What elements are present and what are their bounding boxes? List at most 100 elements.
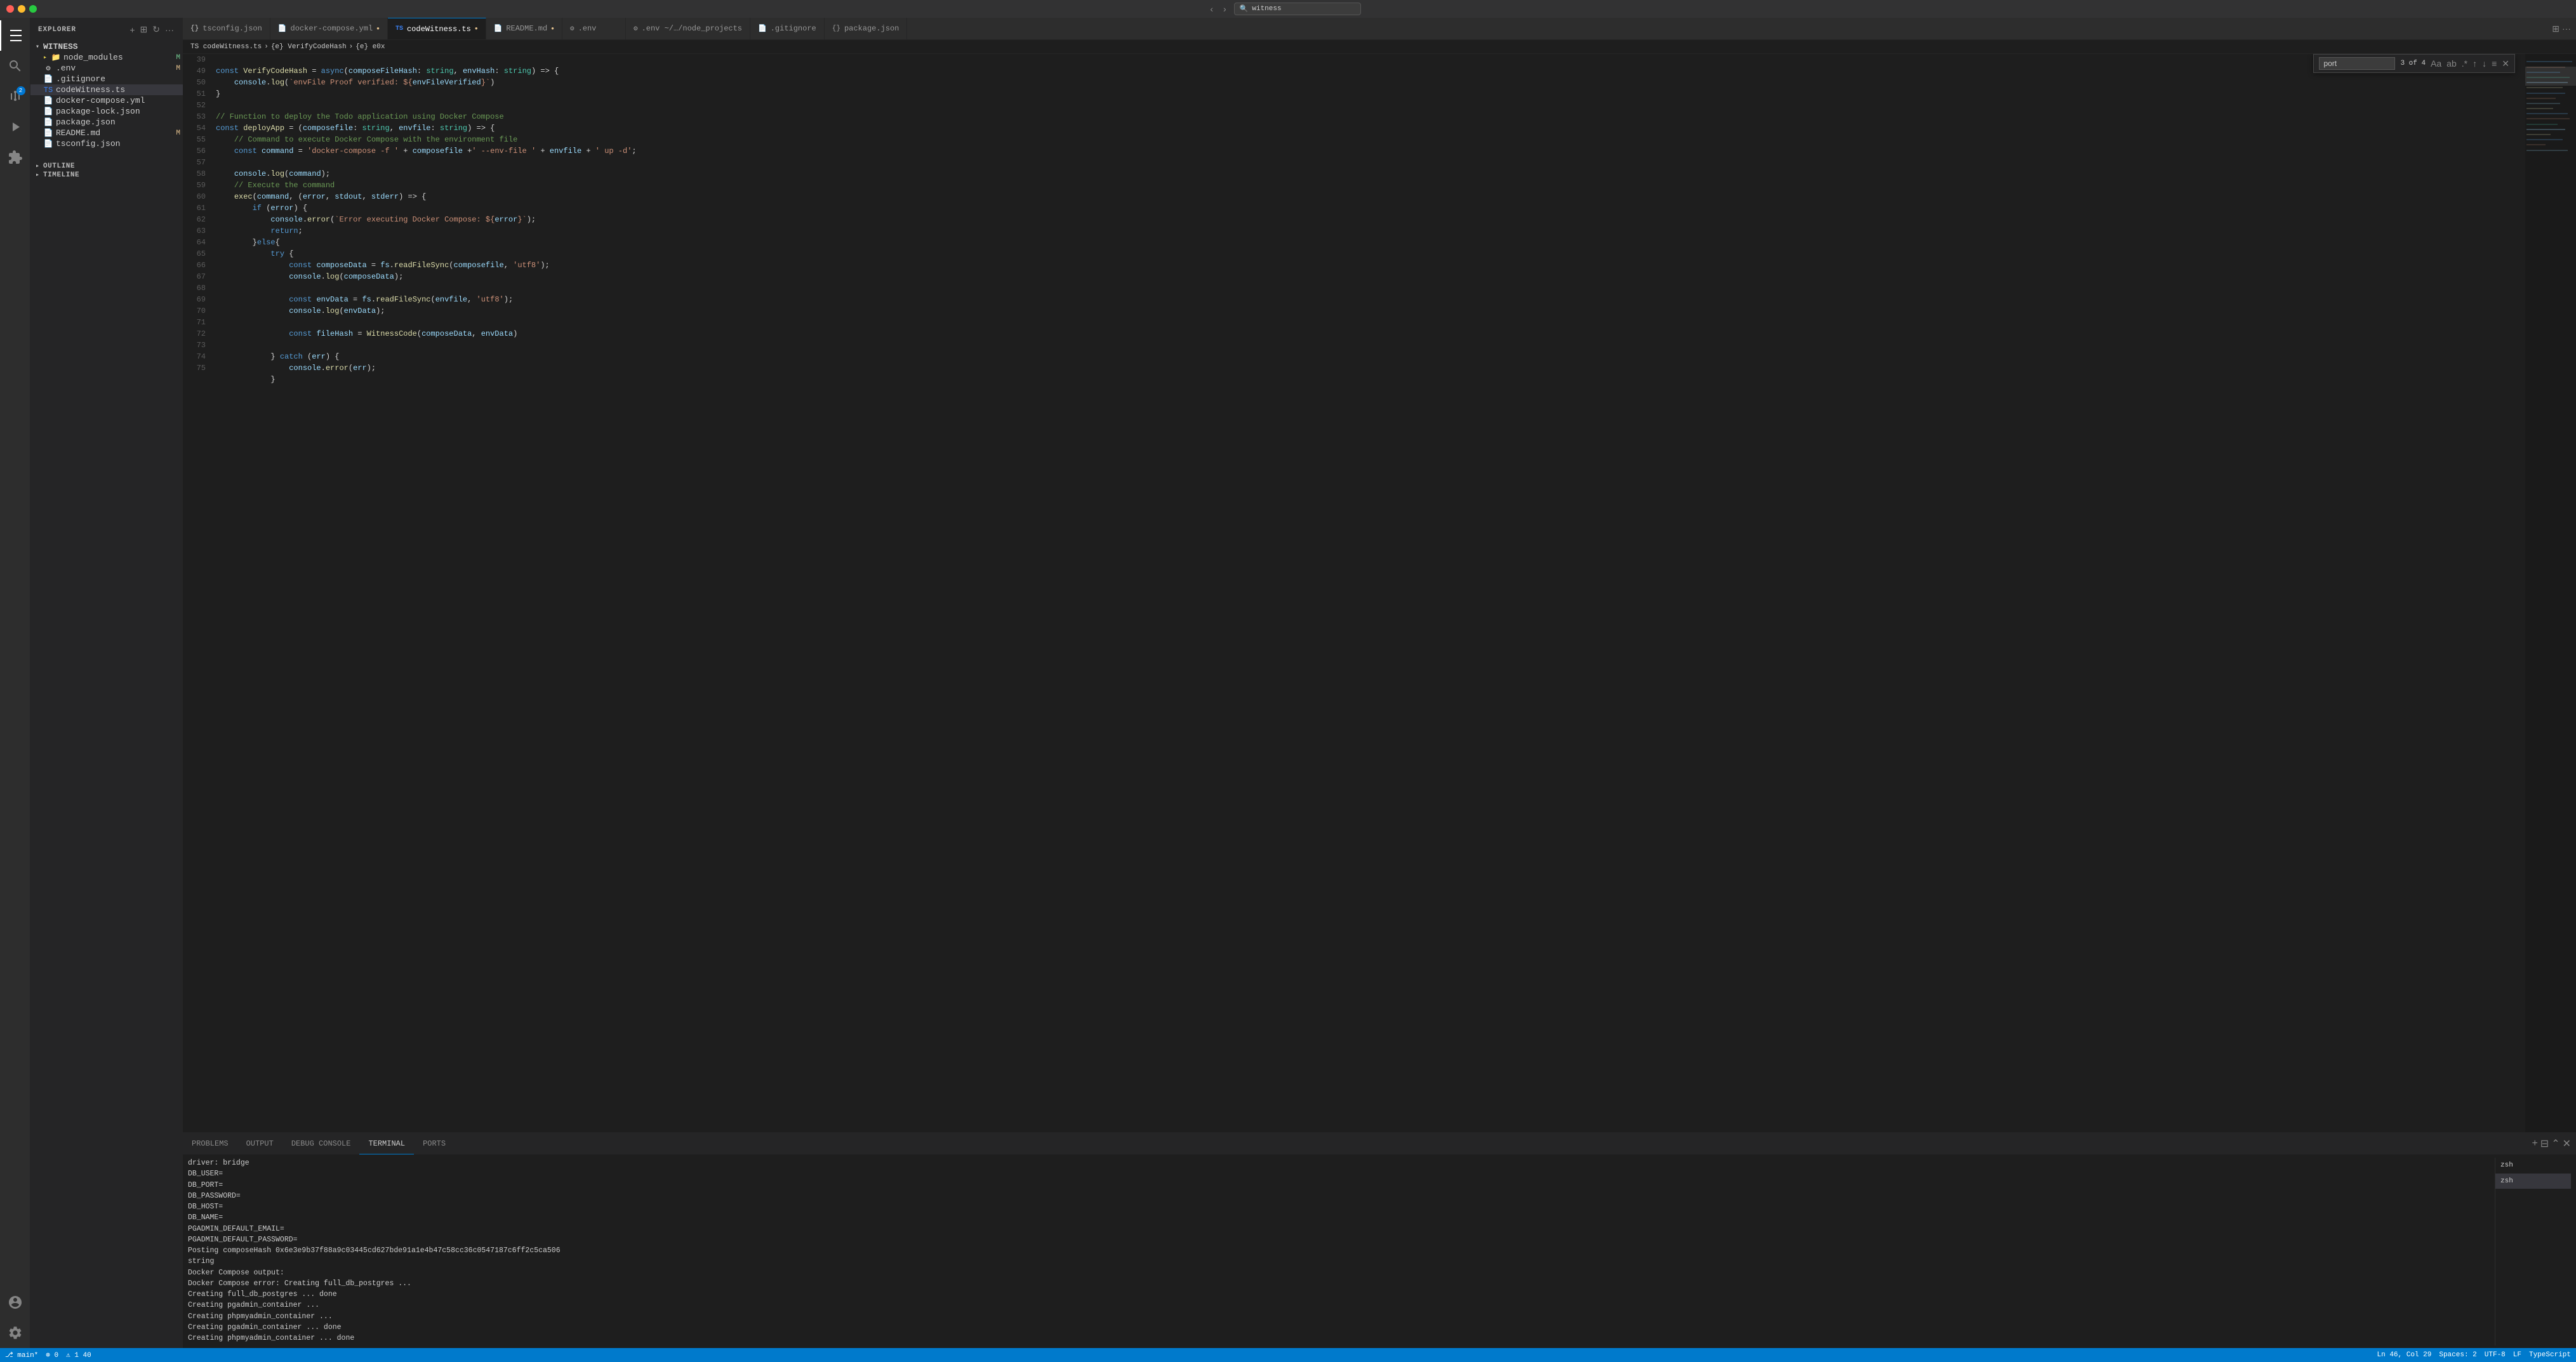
tab-readme[interactable]: 📄 README.md ● <box>486 18 562 39</box>
editor-area: {} tsconfig.json 📄 docker-compose.yml ● … <box>183 18 2576 1348</box>
tab-label-readme: README.md <box>506 24 547 33</box>
line-ending-status[interactable]: LF <box>2513 1351 2521 1359</box>
tree-section-timeline[interactable]: ▸ TIMELINE <box>30 171 183 180</box>
tree-item-docker-compose[interactable]: 📄 docker-compose.yml <box>30 95 183 106</box>
close-panel-button[interactable]: ✕ <box>2563 1137 2571 1150</box>
tab-label-gitignore: .gitignore <box>771 24 816 33</box>
editor-split: 3 of 4 Aa ab .* ↑ ↓ ≡ ✕ 39 49 50 51 52 <box>183 54 2576 1132</box>
cursor-position-status[interactable]: Ln 46, Col 29 <box>2377 1351 2432 1359</box>
new-file-button[interactable]: + <box>128 23 136 36</box>
find-bar: 3 of 4 Aa ab .* ↑ ↓ ≡ ✕ <box>2313 54 2515 73</box>
find-select-all[interactable]: ≡ <box>2492 58 2497 69</box>
git-branch-status[interactable]: ⎇ main* <box>5 1351 38 1359</box>
terminal-line: Docker Compose output: <box>188 1267 2495 1278</box>
nav-forward-button[interactable]: › <box>1221 3 1229 15</box>
tab-env1[interactable]: ⚙ .env <box>562 18 626 39</box>
code-editor[interactable]: 3 of 4 Aa ab .* ↑ ↓ ≡ ✕ 39 49 50 51 52 <box>183 54 2525 1132</box>
activity-run[interactable] <box>0 112 30 142</box>
tab-tsconfig[interactable]: {} tsconfig.json <box>183 18 270 39</box>
breadcrumb-file: TS codeWitness.ts <box>190 43 262 51</box>
terminal-line: driver: bridge <box>188 1158 2495 1168</box>
tab-label-env2: .env ~/…/node_projects <box>642 24 742 33</box>
activity-accounts[interactable] <box>0 1287 30 1318</box>
titlebar-center: ‹ › 🔍 witness <box>1207 3 1360 15</box>
tree-section-outline[interactable]: ▸ OUTLINE <box>30 162 183 171</box>
terminal-line: string <box>188 1256 2495 1267</box>
tab-env2[interactable]: ⚙ .env ~/…/node_projects <box>626 18 750 39</box>
tree-item-package-lock[interactable]: 📄 package-lock.json <box>30 106 183 117</box>
tree-item-package[interactable]: 📄 package.json <box>30 117 183 128</box>
find-match-case[interactable]: Aa <box>2431 58 2441 69</box>
panel-tabs: PROBLEMS OUTPUT DEBUG CONSOLE TERMINAL P… <box>183 1133 2576 1155</box>
activity-extensions[interactable] <box>0 142 30 173</box>
activity-search[interactable] <box>0 51 30 81</box>
terminal-line: Posting composeHash 0x6e3e9b37f88a9c0344… <box>188 1245 2495 1256</box>
panel-tab-ports[interactable]: PORTS <box>414 1133 455 1154</box>
terminal-line: PGADMIN_DEFAULT_PASSWORD= <box>188 1234 2495 1245</box>
terminal-tab-zsh1[interactable]: zsh <box>2495 1158 2571 1174</box>
sidebar-actions: + ⊞ ↻ ··· <box>128 23 175 36</box>
global-search[interactable]: 🔍 witness <box>1234 3 1361 15</box>
breadcrumb-item: {e} e0x <box>355 43 385 51</box>
terminal-line: Creating full_db_postgres ... done <box>188 1289 2495 1300</box>
tab-docker-compose[interactable]: 📄 docker-compose.yml ● <box>270 18 388 39</box>
tree-section-witness[interactable]: ▾ WITNESS <box>30 41 183 52</box>
tree-item-gitignore[interactable]: 📄 .gitignore <box>30 74 183 84</box>
more-tabs-button[interactable]: ··· <box>2562 23 2571 34</box>
panel-tab-debug[interactable]: DEBUG CONSOLE <box>282 1133 360 1154</box>
tree-label-witness: WITNESS <box>43 42 78 51</box>
terminal-output[interactable]: driver: bridge DB_USER= DB_PORT= DB_PASS… <box>188 1158 2495 1345</box>
search-text: witness <box>1252 5 1281 13</box>
close-button[interactable] <box>6 5 14 13</box>
find-whole-word[interactable]: ab <box>2447 58 2457 69</box>
new-folder-button[interactable]: ⊞ <box>139 23 149 36</box>
tree-item-tsconfig[interactable]: 📄 tsconfig.json <box>30 138 183 149</box>
split-editor-button[interactable]: ⊞ <box>2552 23 2559 34</box>
add-terminal-button[interactable]: + <box>2532 1138 2537 1149</box>
find-input[interactable] <box>2319 57 2395 70</box>
tree-item-readme[interactable]: 📄 README.md M <box>30 128 183 138</box>
find-close[interactable]: ✕ <box>2502 58 2509 69</box>
outline-label: OUTLINE <box>43 162 75 170</box>
terminal-line: Creating phpmyadmin_container ... done <box>188 1333 2495 1344</box>
activity-explorer[interactable] <box>0 20 30 51</box>
tab-package[interactable]: {} package.json <box>825 18 908 39</box>
warnings-status[interactable]: ⚠ 1 40 <box>66 1351 91 1359</box>
tab-label-codewitness: codeWitness.ts <box>407 25 471 34</box>
tree-item-env[interactable]: ⚙ .env M <box>30 63 183 74</box>
maximize-button[interactable] <box>29 5 37 13</box>
sidebar: EXPLORER + ⊞ ↻ ··· ▾ WITNESS ▸ 📁 node_mo… <box>30 18 183 1348</box>
more-actions-button[interactable]: ··· <box>164 23 175 36</box>
nav-back-button[interactable]: ‹ <box>1207 3 1216 15</box>
tab-codewitness[interactable]: TS codeWitness.ts ● <box>388 18 486 39</box>
panel-tab-terminal[interactable]: TERMINAL <box>359 1133 414 1154</box>
panel-tab-output[interactable]: OUTPUT <box>237 1133 282 1154</box>
breadcrumb-func: {e} VerifyCodeHash <box>271 43 347 51</box>
language-mode-status[interactable]: TypeScript <box>2529 1351 2571 1359</box>
terminal-line: DB_USER= <box>188 1168 2495 1179</box>
tab-gitignore[interactable]: 📄 .gitignore <box>750 18 825 39</box>
find-next[interactable]: ↓ <box>2482 58 2486 69</box>
tab-label-tsconfig: tsconfig.json <box>202 24 262 33</box>
find-regex[interactable]: .* <box>2462 58 2467 69</box>
find-prev[interactable]: ↑ <box>2473 58 2477 69</box>
split-terminal-button[interactable]: ⊟ <box>2540 1137 2549 1150</box>
minimap[interactable] <box>2525 54 2576 1132</box>
terminal-tab-zsh2[interactable]: zsh <box>2495 1174 2571 1189</box>
indentation-status[interactable]: Spaces: 2 <box>2439 1351 2476 1359</box>
terminal-line: DB_HOST= <box>188 1201 2495 1212</box>
terminal-line: Creating pgadmin_container ... done <box>188 1322 2495 1333</box>
tree-item-node-modules[interactable]: ▸ 📁 node_modules M <box>30 52 183 63</box>
activity-settings[interactable] <box>0 1318 30 1348</box>
panel-tab-problems[interactable]: PROBLEMS <box>183 1133 237 1154</box>
window-controls <box>6 5 37 13</box>
refresh-button[interactable]: ↻ <box>151 23 161 36</box>
tree-item-codewitness[interactable]: TS codeWitness.ts <box>30 84 183 95</box>
maximize-panel-button[interactable]: ⌃ <box>2551 1137 2559 1150</box>
activity-source-control[interactable]: 2 <box>0 81 30 112</box>
terminal-tabs-sidebar: zsh zsh <box>2495 1158 2571 1345</box>
errors-status[interactable]: ⊗ 0 <box>46 1351 58 1359</box>
minimize-button[interactable] <box>18 5 25 13</box>
encoding-status[interactable]: UTF-8 <box>2485 1351 2506 1359</box>
source-control-badge: 2 <box>17 86 25 95</box>
